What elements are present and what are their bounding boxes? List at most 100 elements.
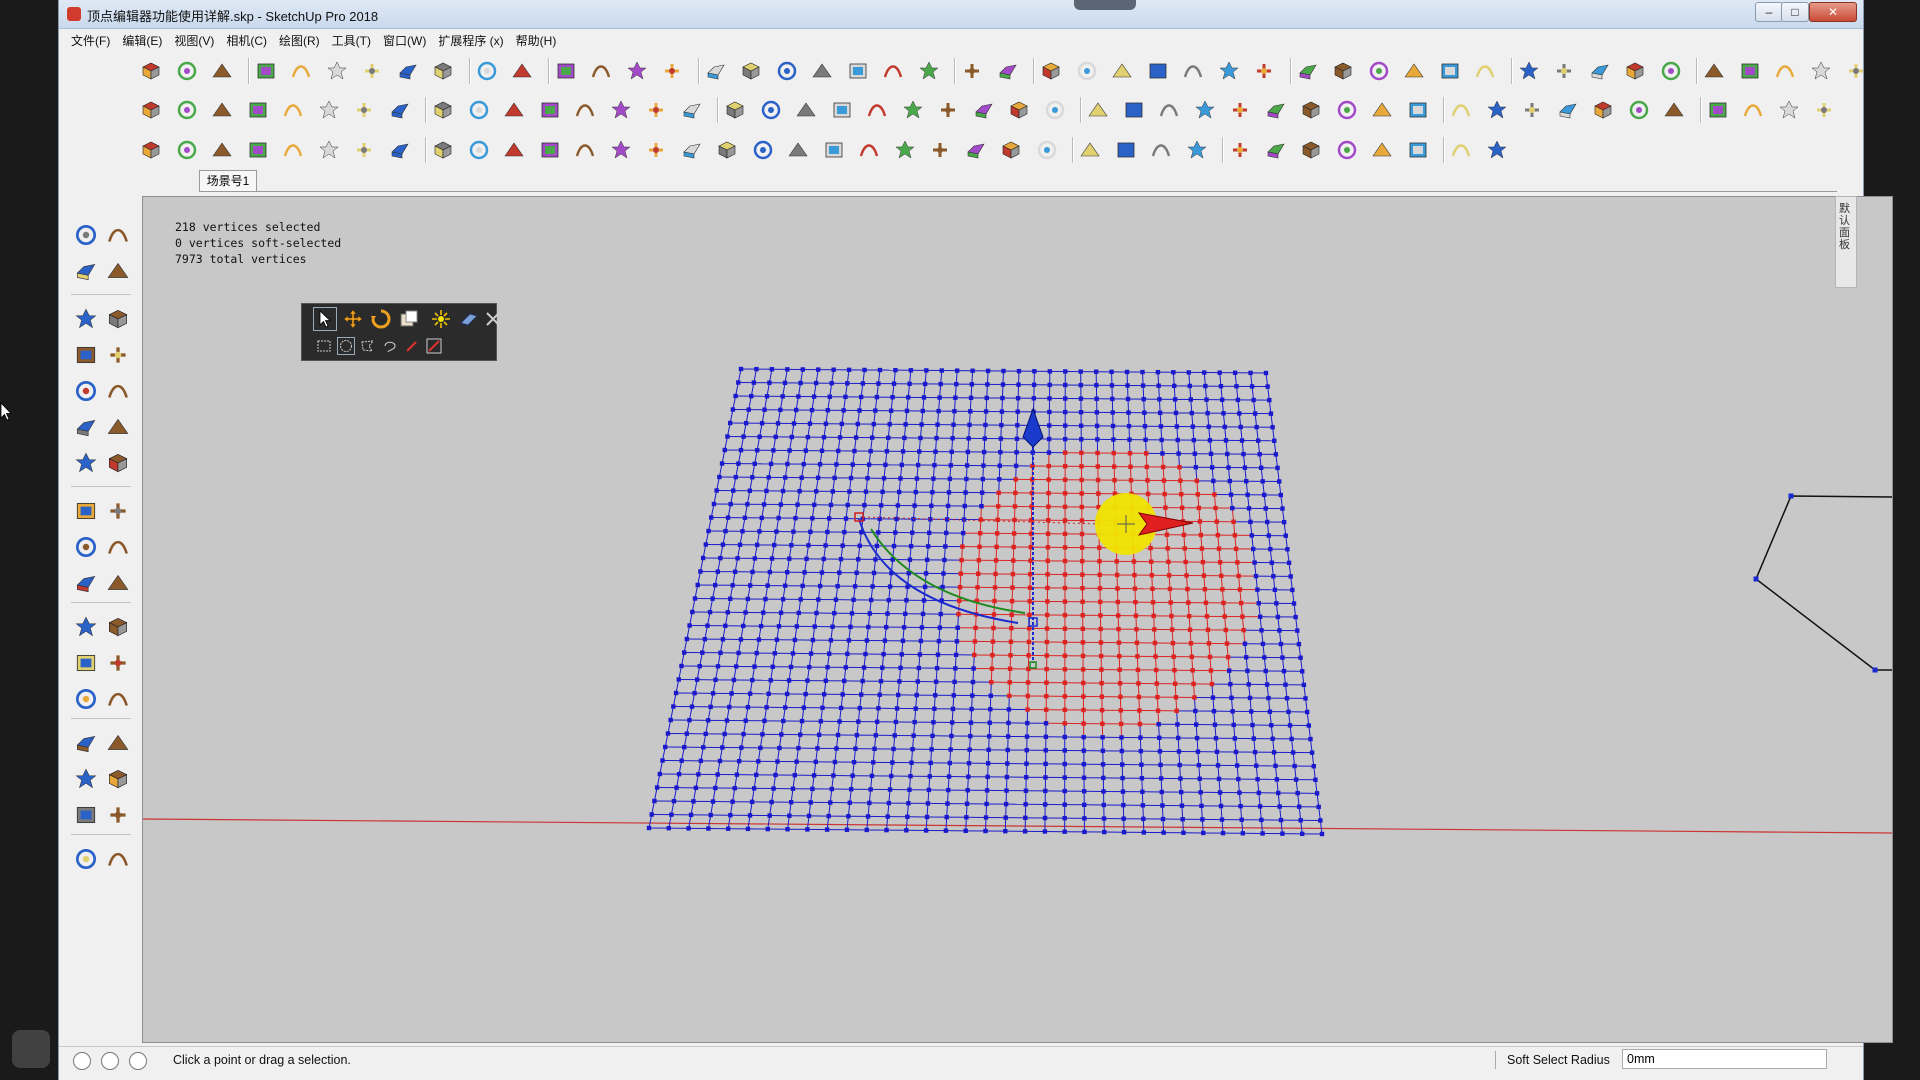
toolbar-row-2-tool-icon-44[interactable] — [1706, 98, 1730, 122]
toolbar-row-3-tool-icon-2[interactable] — [175, 138, 199, 162]
toolbar-row-1-tool-icon-47[interactable] — [1844, 59, 1868, 83]
toolbar-row-1-tool-icon-11[interactable] — [510, 59, 534, 83]
menu-tools[interactable]: 工具(T) — [326, 30, 377, 49]
toolbar-row-3-tool-icon-31[interactable] — [1228, 138, 1252, 162]
toolbar-row-1-tool-icon-27[interactable] — [1110, 59, 1134, 83]
toolbar-row-2-tool-icon-8[interactable] — [388, 98, 412, 122]
toolbar-row-3-tool-icon-23[interactable] — [928, 138, 952, 162]
toolbar-row-3-tool-icon-19[interactable] — [786, 138, 810, 162]
toolbar-row-2-tool-icon-30[interactable] — [1193, 98, 1217, 122]
toolbar-row-3-tool-icon-29[interactable] — [1149, 138, 1173, 162]
toolbar-row-3-tool-icon-12[interactable] — [538, 138, 562, 162]
toolbar-row-2-tool-icon-22[interactable] — [901, 98, 925, 122]
geo-location-icon[interactable] — [73, 1052, 91, 1070]
toolbar-row-2-tool-icon-2[interactable] — [175, 98, 199, 122]
tab-scene-1[interactable]: 场景号1 — [199, 170, 257, 192]
axes-icon[interactable] — [73, 650, 99, 676]
circle-select-icon[interactable] — [337, 337, 355, 355]
rotate-icon[interactable] — [73, 498, 99, 524]
toolbar-row-1-tool-icon-46[interactable] — [1809, 59, 1833, 83]
toolbar-row-1-tool-icon-7[interactable] — [360, 59, 384, 83]
vertex-paint-icon[interactable] — [458, 308, 480, 330]
toolbar-row-3-tool-icon-24[interactable] — [964, 138, 988, 162]
select-icon[interactable] — [73, 222, 99, 248]
scale-icon[interactable] — [73, 534, 99, 560]
line-icon[interactable] — [73, 306, 99, 332]
toolbar-row-2-tool-icon-11[interactable] — [502, 98, 526, 122]
toolbar-row-1-tool-icon-15[interactable] — [660, 59, 684, 83]
toolbar-row-2-tool-icon-46[interactable] — [1777, 98, 1801, 122]
toolbar-row-2-tool-icon-43[interactable] — [1662, 98, 1686, 122]
lasso-select-icon[interactable] — [382, 338, 398, 354]
soft-select-radius-input[interactable] — [1622, 1049, 1827, 1069]
pan-icon[interactable] — [105, 686, 131, 712]
toolbar-row-1-tool-icon-41[interactable] — [1623, 59, 1647, 83]
vertex-rotate-icon[interactable] — [370, 308, 392, 330]
menu-view[interactable]: 视图(V) — [168, 30, 220, 49]
soft-select-icon[interactable] — [430, 308, 452, 330]
component-icon[interactable] — [105, 222, 131, 248]
toolbar-row-1-tool-icon-21[interactable] — [881, 59, 905, 83]
toolbar-row-1-tool-icon-9[interactable] — [431, 59, 455, 83]
drawing-viewport[interactable]: 218 vertices selected 0 vertices soft-se… — [142, 196, 1893, 1043]
toolbar-row-2-tool-icon-9[interactable] — [431, 98, 455, 122]
toolbar-row-2-tool-icon-7[interactable] — [352, 98, 376, 122]
user-account-icon[interactable] — [129, 1052, 147, 1070]
toolbar-row-2-tool-icon-23[interactable] — [936, 98, 960, 122]
follow-me-icon[interactable] — [105, 498, 131, 524]
toolbar-row-3-tool-icon-1[interactable] — [139, 138, 163, 162]
offset-icon[interactable] — [105, 534, 131, 560]
toolbar-row-1-tool-icon-43[interactable] — [1702, 59, 1726, 83]
vertex-select-icon[interactable] — [313, 307, 337, 331]
toolbar-row-2-tool-icon-18[interactable] — [759, 98, 783, 122]
toolbar-row-3-tool-icon-10[interactable] — [467, 138, 491, 162]
section-plane-icon[interactable] — [105, 846, 131, 872]
toolbar-row-1-tool-icon-38[interactable] — [1517, 59, 1541, 83]
vertex-move-icon[interactable] — [342, 308, 364, 330]
toolbar-row-2-tool-icon-13[interactable] — [573, 98, 597, 122]
toolbar-row-2-tool-icon-41[interactable] — [1591, 98, 1615, 122]
toolbar-row-3-tool-icon-4[interactable] — [246, 138, 270, 162]
toolbar-row-2-tool-icon-27[interactable] — [1086, 98, 1110, 122]
3d-text-icon[interactable] — [105, 650, 131, 676]
toolbar-row-2-tool-icon-47[interactable] — [1812, 98, 1836, 122]
toolbar-row-1-tool-icon-1[interactable] — [139, 59, 163, 83]
toolbar-row-1-tool-icon-3[interactable] — [210, 59, 234, 83]
zoom-icon[interactable] — [73, 730, 99, 756]
menu-edit[interactable]: 编辑(E) — [116, 30, 168, 49]
toolbar-row-1-tool-icon-30[interactable] — [1217, 59, 1241, 83]
toolbar-row-2-tool-icon-45[interactable] — [1741, 98, 1765, 122]
menu-window[interactable]: 窗口(W) — [377, 30, 432, 49]
rotated-rectangle-icon[interactable] — [105, 342, 131, 368]
toolbar-row-1-tool-icon-18[interactable] — [775, 59, 799, 83]
toolbar-row-1-tool-icon-8[interactable] — [396, 59, 420, 83]
toolbar-row-2-tool-icon-39[interactable] — [1520, 98, 1544, 122]
toolbar-row-2-tool-icon-25[interactable] — [1007, 98, 1031, 122]
toolbar-row-2-tool-icon-15[interactable] — [644, 98, 668, 122]
paint-bucket-icon[interactable] — [73, 258, 99, 284]
toolbar-row-2-tool-icon-16[interactable] — [680, 98, 704, 122]
zoom-window-icon[interactable] — [105, 730, 131, 756]
toolbar-row-2-tool-icon-29[interactable] — [1157, 98, 1181, 122]
toolbar-row-3-tool-icon-27[interactable] — [1078, 138, 1102, 162]
toolbar-row-1-tool-icon-29[interactable] — [1181, 59, 1205, 83]
freehand-icon[interactable] — [105, 306, 131, 332]
toolbar-row-1-tool-icon-16[interactable] — [704, 59, 728, 83]
toolbar-row-3-tool-icon-7[interactable] — [352, 138, 376, 162]
toolbar-row-1-tool-icon-33[interactable] — [1331, 59, 1355, 83]
move-icon[interactable] — [73, 450, 99, 476]
toolbar-row-1-tool-icon-14[interactable] — [625, 59, 649, 83]
toolbar-row-2-tool-icon-17[interactable] — [723, 98, 747, 122]
toolbar-row-1-tool-icon-44[interactable] — [1738, 59, 1762, 83]
toolbar-row-1-tool-icon-2[interactable] — [175, 59, 199, 83]
toolbar-row-1-tool-icon-19[interactable] — [810, 59, 834, 83]
menu-extensions[interactable]: 扩展程序 (x) — [432, 30, 509, 49]
toolbar-row-2-tool-icon-6[interactable] — [317, 98, 341, 122]
toolbar-row-1-tool-icon-28[interactable] — [1146, 59, 1170, 83]
minimize-button[interactable]: – — [1755, 2, 1783, 22]
toolbar-row-2-tool-icon-4[interactable] — [246, 98, 270, 122]
pen-icon[interactable] — [404, 338, 420, 354]
toolbar-row-2-tool-icon-38[interactable] — [1485, 98, 1509, 122]
toolbar-row-2-tool-icon-36[interactable] — [1406, 98, 1430, 122]
toolbar-row-3-tool-icon-3[interactable] — [210, 138, 234, 162]
